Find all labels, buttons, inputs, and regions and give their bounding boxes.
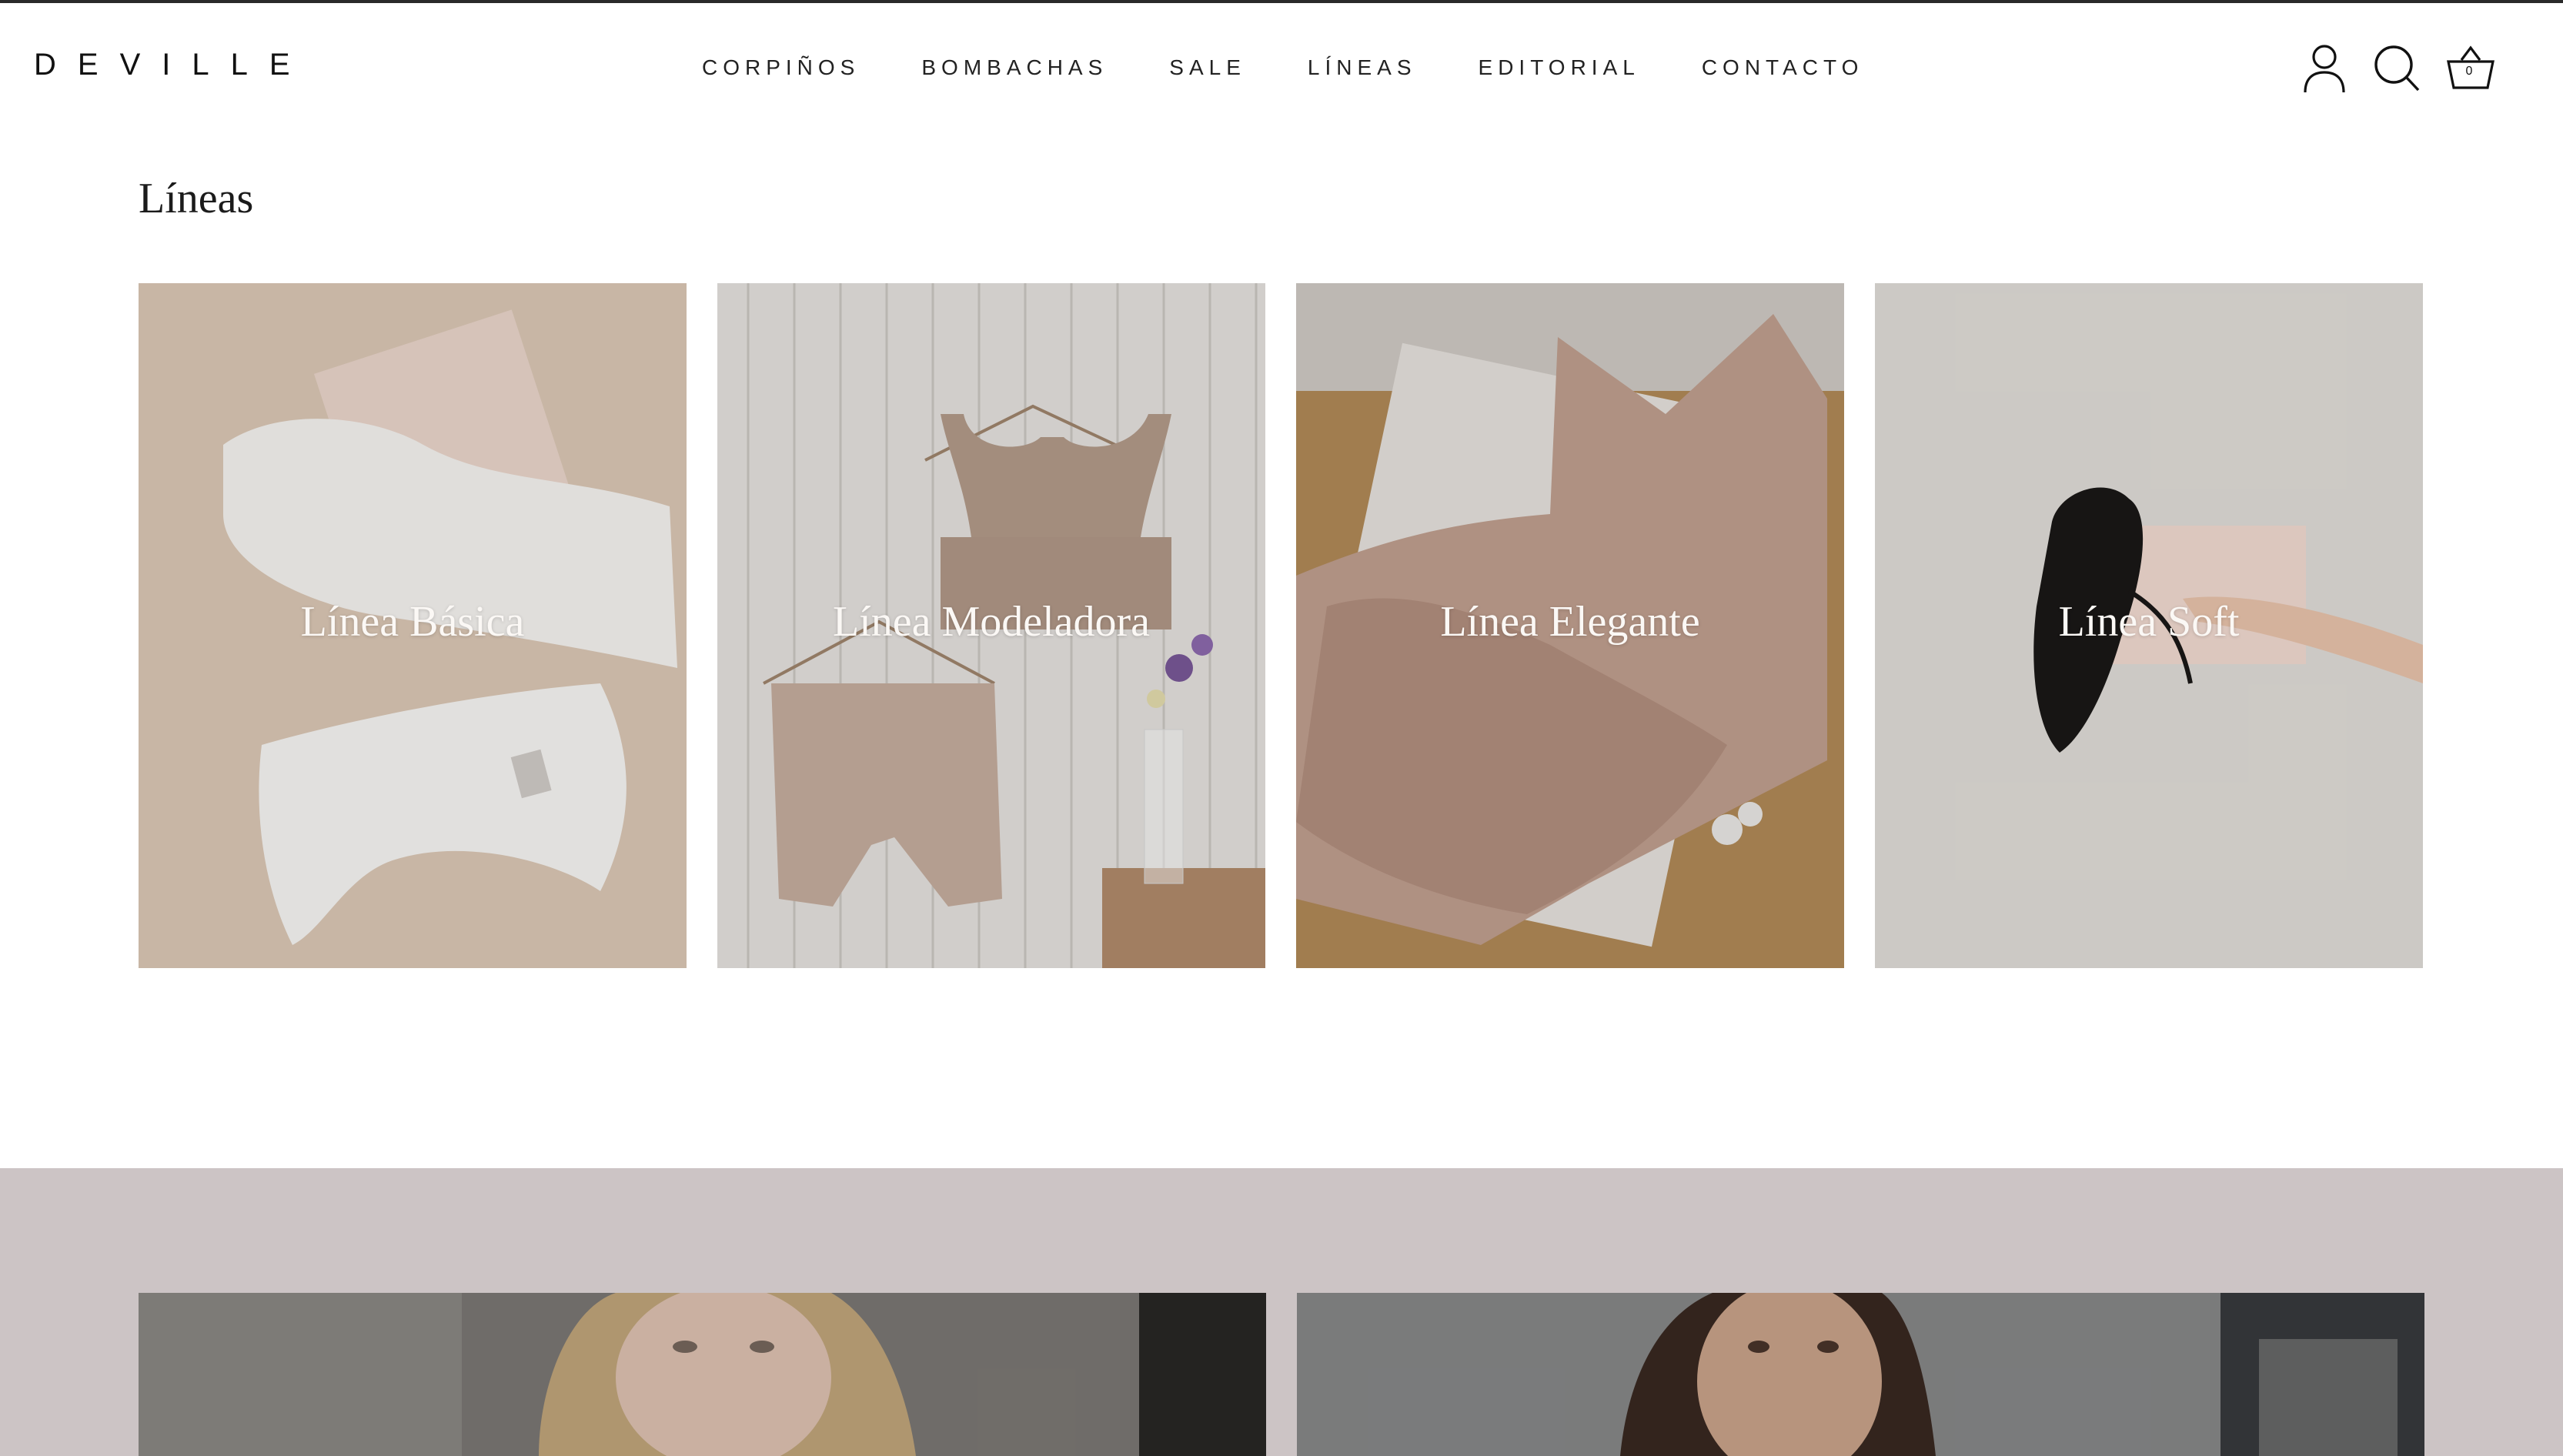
line-card-elegante[interactable]: Línea Elegante — [1296, 283, 1844, 968]
nav-item-bombachas[interactable]: BOMBACHAS — [921, 55, 1108, 80]
card-label: Línea Modeladora — [832, 598, 1151, 646]
basket-icon[interactable]: 0 — [2446, 43, 2494, 94]
card-label: Línea Elegante — [1440, 598, 1700, 646]
user-icon[interactable] — [2301, 43, 2347, 94]
lineas-grid: Línea Básica Línea Modeladora Línea Eleg… — [139, 283, 2424, 968]
promo-photo — [139, 1293, 1266, 1456]
site-header: DEVILLE CORPIÑOS BOMBACHAS SALE LÍNEAS E… — [0, 3, 2563, 132]
promo-image-left[interactable] — [139, 1293, 1266, 1456]
nav-item-editorial[interactable]: EDITORIAL — [1479, 55, 1640, 80]
nav-item-contacto[interactable]: CONTACTO — [1702, 55, 1864, 80]
card-label: Línea Básica — [300, 598, 525, 646]
line-card-modeladora[interactable]: Línea Modeladora — [717, 283, 1265, 968]
promo-image-right[interactable] — [1297, 1293, 2424, 1456]
search-icon[interactable] — [2374, 43, 2420, 94]
nav-item-corpinos[interactable]: CORPIÑOS — [702, 55, 860, 80]
cart-count: 0 — [2465, 65, 2473, 78]
section-title: Líneas — [139, 175, 254, 222]
main-nav: CORPIÑOS BOMBACHAS SALE LÍNEAS EDITORIAL… — [702, 55, 1863, 80]
brand-logo[interactable]: DEVILLE — [34, 48, 312, 82]
nav-item-lineas[interactable]: LÍNEAS — [1308, 55, 1417, 80]
card-label: Línea Soft — [2058, 598, 2240, 646]
nav-item-sale[interactable]: SALE — [1169, 55, 1246, 80]
header-icons: 0 — [2275, 43, 2494, 94]
line-card-soft[interactable]: Línea Soft — [1875, 283, 2423, 968]
line-card-basica[interactable]: Línea Básica — [139, 283, 687, 968]
promo-photo — [1297, 1293, 2424, 1456]
